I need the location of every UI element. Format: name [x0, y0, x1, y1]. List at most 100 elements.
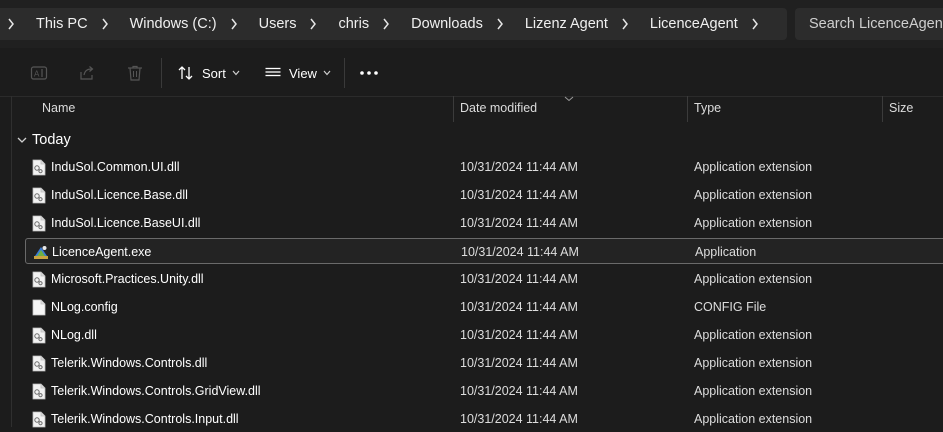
- view-button[interactable]: View: [264, 60, 331, 86]
- chevron-right-icon[interactable]: [375, 18, 397, 30]
- view-label[interactable]: View: [289, 66, 317, 81]
- file-name-cell[interactable]: Telerik.Windows.Controls.Input.dll: [32, 406, 239, 432]
- navigation-pane-edge[interactable]: [0, 96, 12, 427]
- search-placeholder[interactable]: Search LicenceAgent: [809, 16, 943, 32]
- file-name-cell[interactable]: InduSol.Common.UI.dll: [32, 154, 180, 180]
- file-date-modified: 10/31/2024 11:44 AM: [460, 160, 578, 174]
- breadcrumb-item-windows-c[interactable]: Windows (C:): [116, 8, 245, 40]
- column-header-size[interactable]: Size: [889, 96, 913, 120]
- chevron-down-icon[interactable]: [232, 70, 240, 76]
- delete-button[interactable]: [126, 60, 144, 86]
- file-row[interactable]: NLog.config 10/31/2024 11:44 AM CONFIG Fil…: [25, 294, 943, 320]
- group-header-today[interactable]: Today: [17, 130, 71, 150]
- share-button[interactable]: [78, 60, 96, 86]
- file-row[interactable]: NLog.dll 10/31/2024 11:44 AM Application e…: [25, 322, 943, 348]
- ellipsis-icon: [360, 71, 378, 75]
- file-row[interactable]: InduSol.Licence.BaseUI.dll 10/31/2024 11:…: [25, 210, 943, 236]
- breadcrumb-label[interactable]: This PC: [30, 16, 94, 32]
- file-date-modified: 10/31/2024 11:44 AM: [460, 328, 578, 342]
- column-resize-handle[interactable]: [882, 96, 883, 122]
- breadcrumb-item-licenceagent[interactable]: LicenceAgent: [636, 8, 766, 40]
- breadcrumb-item-this-pc[interactable]: This PC: [22, 8, 116, 40]
- file-name-cell[interactable]: NLog.dll: [32, 322, 97, 348]
- breadcrumb-item-downloads[interactable]: Downloads: [397, 8, 511, 40]
- file-row[interactable]: Telerik.Windows.Controls.Input.dll 10/31/…: [25, 406, 943, 432]
- blank-file-icon: [32, 299, 46, 316]
- file-name-cell[interactable]: InduSol.Licence.Base.dll: [32, 182, 188, 208]
- file-row[interactable]: Telerik.Windows.Controls.dll 10/31/2024 1…: [25, 350, 943, 376]
- file-name[interactable]: Microsoft.Practices.Unity.dll: [51, 272, 204, 286]
- breadcrumb-label[interactable]: LicenceAgent: [644, 16, 744, 32]
- file-type: Application extension: [694, 328, 813, 342]
- column-header-row: Name Date modified Type Size: [11, 96, 943, 122]
- file-name[interactable]: InduSol.Licence.Base.dll: [51, 188, 188, 202]
- file-name[interactable]: InduSol.Licence.BaseUI.dll: [51, 216, 200, 230]
- column-header-type[interactable]: Type: [694, 96, 721, 120]
- breadcrumb-item-lizenz-agent[interactable]: Lizenz Agent: [511, 8, 636, 40]
- breadcrumb-label[interactable]: Downloads: [405, 16, 489, 32]
- dll-file-icon: [32, 187, 46, 204]
- share-icon: [80, 66, 94, 80]
- file-name[interactable]: LicenceAgent.exe: [52, 245, 151, 259]
- file-name-cell[interactable]: LicenceAgent.exe: [33, 239, 151, 265]
- file-row[interactable]: Microsoft.Practices.Unity.dll 10/31/2024 …: [25, 266, 943, 292]
- chevron-right-icon[interactable]: [302, 18, 324, 30]
- breadcrumb-label[interactable]: Lizenz Agent: [519, 16, 614, 32]
- chevron-right-icon[interactable]: [94, 18, 116, 30]
- file-type: Application extension: [694, 272, 813, 286]
- trash-icon: [128, 65, 142, 81]
- column-header-label[interactable]: Type: [694, 101, 721, 115]
- search-input[interactable]: Search LicenceAgent: [795, 8, 943, 40]
- file-row[interactable]: InduSol.Common.UI.dll 10/31/2024 11:44 AM…: [25, 154, 943, 180]
- column-header-name[interactable]: Name: [42, 96, 75, 120]
- column-header-date-modified[interactable]: Date modified: [460, 96, 537, 120]
- file-type: CONFIG File: [694, 300, 767, 314]
- file-name[interactable]: Telerik.Windows.Controls.Input.dll: [51, 412, 239, 426]
- column-header-label[interactable]: Size: [889, 101, 913, 115]
- chevron-down-icon[interactable]: [17, 137, 27, 144]
- breadcrumb-label[interactable]: Windows (C:): [124, 16, 223, 32]
- file-type: Application extension: [694, 188, 813, 202]
- file-row[interactable]: InduSol.Licence.Base.dll 10/31/2024 11:44…: [25, 182, 943, 208]
- file-name-cell[interactable]: InduSol.Licence.BaseUI.dll: [32, 210, 200, 236]
- file-name-cell[interactable]: Telerik.Windows.Controls.GridView.dll: [32, 378, 261, 404]
- column-header-label[interactable]: Date modified: [460, 101, 537, 115]
- file-row[interactable]: Telerik.Windows.Controls.GridView.dll 10/…: [25, 378, 943, 404]
- chevron-right-icon[interactable]: [489, 18, 511, 30]
- breadcrumb-label[interactable]: Users: [253, 16, 303, 32]
- sort-label[interactable]: Sort: [202, 66, 226, 81]
- file-name-cell[interactable]: Telerik.Windows.Controls.dll: [32, 350, 207, 376]
- file-type: Application extension: [694, 216, 813, 230]
- toolbar-divider: [161, 58, 162, 88]
- file-name[interactable]: NLog.config: [51, 300, 118, 314]
- command-bar: A Sort View: [0, 48, 943, 97]
- file-name-cell[interactable]: NLog.config: [32, 294, 118, 320]
- column-resize-handle[interactable]: [687, 96, 688, 122]
- file-name[interactable]: Telerik.Windows.Controls.dll: [51, 356, 207, 370]
- breadcrumb-root[interactable]: [0, 8, 22, 40]
- file-name[interactable]: InduSol.Common.UI.dll: [51, 160, 180, 174]
- file-name[interactable]: Telerik.Windows.Controls.GridView.dll: [51, 384, 261, 398]
- chevron-right-icon[interactable]: [0, 18, 22, 30]
- more-options-button[interactable]: [359, 60, 379, 86]
- breadcrumb-item-users[interactable]: Users: [245, 8, 325, 40]
- file-type: Application extension: [694, 384, 813, 398]
- file-row[interactable]: LicenceAgent.exe 10/31/2024 11:44 AM Appli…: [25, 238, 943, 264]
- svg-text:A: A: [34, 70, 40, 79]
- file-name[interactable]: NLog.dll: [51, 328, 97, 342]
- column-header-label[interactable]: Name: [42, 101, 75, 115]
- column-resize-handle[interactable]: [453, 96, 454, 122]
- sort-button[interactable]: Sort: [177, 60, 240, 86]
- file-name-cell[interactable]: Microsoft.Practices.Unity.dll: [32, 266, 204, 292]
- rename-button[interactable]: A: [30, 60, 48, 86]
- chevron-down-icon[interactable]: [323, 70, 331, 76]
- breadcrumb-label[interactable]: chris: [332, 16, 375, 32]
- address-bar: This PC Windows (C:) Users chris Downloa…: [0, 0, 943, 48]
- chevron-right-icon[interactable]: [744, 18, 766, 30]
- breadcrumb[interactable]: This PC Windows (C:) Users chris Downloa…: [0, 8, 787, 40]
- file-date-modified: 10/31/2024 11:44 AM: [460, 272, 578, 286]
- file-date-modified: 10/31/2024 11:44 AM: [460, 412, 578, 426]
- chevron-right-icon[interactable]: [614, 18, 636, 30]
- chevron-right-icon[interactable]: [223, 18, 245, 30]
- breadcrumb-item-chris[interactable]: chris: [324, 8, 397, 40]
